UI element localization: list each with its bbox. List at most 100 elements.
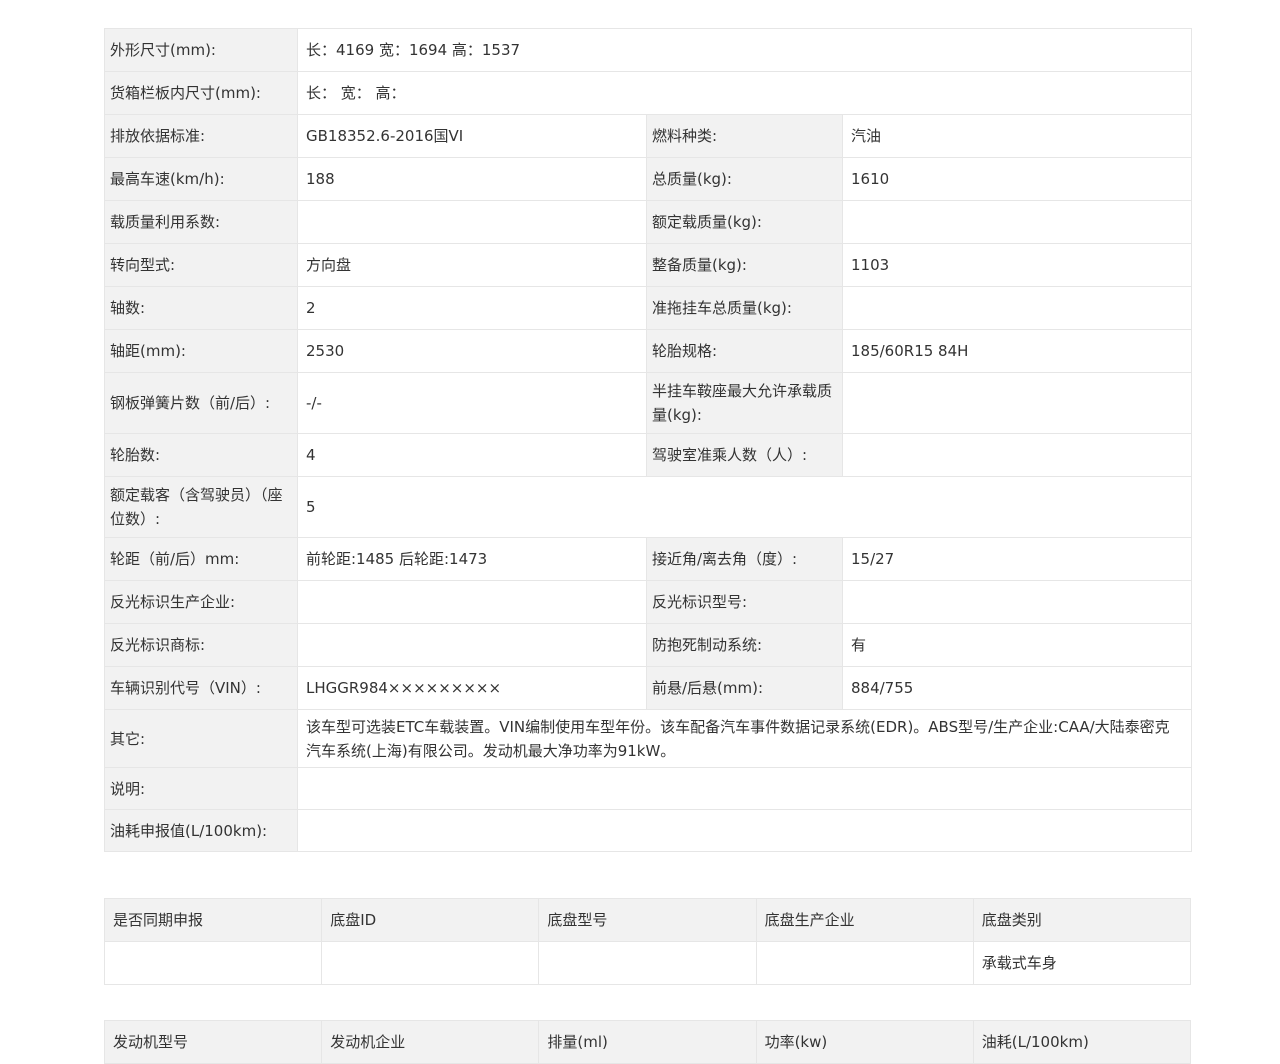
spec-row: 排放依据标准: GB18352.6-2016国VI 燃料种类: 汽油 (104, 114, 1193, 158)
spec-row: 反光标识商标: 防抱死制动系统: 有 (104, 623, 1193, 667)
dimensions-value: 长：4169 宽：1694 高：1537 (296, 28, 1193, 72)
engine-header-row: 发动机型号 发动机企业 排量(ml) 功率(kw) 油耗(L/100km) (103, 1020, 1192, 1064)
engine-header-cell: 功率(kw) (755, 1020, 974, 1064)
spec-label: 接近角/离去角（度）: (646, 537, 843, 581)
chassis-header-cell: 底盘类别 (972, 898, 1192, 942)
spec-label: 前悬/后悬(mm): (646, 666, 843, 710)
spec-row: 轴数: 2 准拖挂车总质量(kg): (104, 286, 1193, 330)
chassis-header-cell: 是否同期申报 (103, 898, 323, 942)
spec-value: 前轮距:1485 后轮距:1473 (297, 537, 647, 581)
chassis-header-cell: 底盘型号 (538, 898, 757, 942)
spec-value: 4 (297, 433, 647, 477)
chassis-data-row: 承载式车身 (103, 941, 1192, 985)
spec-value: 1103 (841, 243, 1193, 287)
spec-value (841, 433, 1193, 477)
spec-label: 燃料种类: (646, 114, 843, 158)
spec-value (841, 580, 1193, 624)
spec-row: 轮胎数: 4 驾驶室准乘人数（人）: (104, 433, 1193, 477)
spec-value: GB18352.6-2016国VI (297, 114, 647, 158)
spec-row: 轮距（前/后）mm: 前轮距:1485 后轮距:1473 接近角/离去角（度）: 15… (104, 537, 1193, 581)
spec-label: 轮胎规格: (646, 329, 843, 373)
spec-row: 钢板弹簧片数（前/后）: -/- 半挂车鞍座最大允许承载质量(kg): (104, 372, 1193, 434)
engine-table: 发动机型号 发动机企业 排量(ml) 功率(kw) 油耗(L/100km) (103, 1020, 1192, 1064)
spec-label: 钢板弹簧片数（前/后）: (104, 372, 298, 434)
spec-value: 汽油 (841, 114, 1193, 158)
spec-value: 有 (841, 623, 1193, 667)
spec-value (297, 580, 647, 624)
spec-value (297, 200, 647, 244)
seats-value: 5 (296, 476, 1193, 538)
spec-value: 188 (297, 157, 647, 201)
chassis-data-cell: 承载式车身 (972, 941, 1192, 985)
spec-label: 最高车速(km/h): (104, 157, 298, 201)
spec-value: 1610 (841, 157, 1193, 201)
chassis-data-cell (755, 941, 974, 985)
spec-value: 884/755 (841, 666, 1193, 710)
spec-value: 185/60R15 84H (841, 329, 1193, 373)
chassis-header-cell: 底盘生产企业 (755, 898, 974, 942)
spec-label: 轴距(mm): (104, 329, 298, 373)
engine-header-cell: 发动机型号 (103, 1020, 323, 1064)
chassis-data-cell (538, 941, 757, 985)
spec-value: 2 (297, 286, 647, 330)
spec-row-seats: 额定载客（含驾驶员）（座位数）: 5 (104, 476, 1193, 538)
spec-value (841, 372, 1193, 434)
spec-row-cargo-box: 货箱栏板内尺寸(mm): 长： 宽： 高： (104, 71, 1193, 115)
spec-label: 驾驶室准乘人数（人）: (646, 433, 843, 477)
spec-row: 轴距(mm): 2530 轮胎规格: 185/60R15 84H (104, 329, 1193, 373)
spec-label: 半挂车鞍座最大允许承载质量(kg): (646, 372, 843, 434)
spec-label: 轴数: (104, 286, 298, 330)
spec-row-dimensions: 外形尺寸(mm): 长：4169 宽：1694 高：1537 (104, 28, 1193, 72)
spec-label: 反光标识生产企业: (104, 580, 298, 624)
engine-header-cell: 油耗(L/100km) (972, 1020, 1192, 1064)
chassis-header-cell: 底盘ID (321, 898, 540, 942)
spec-label: 额定载质量(kg): (646, 200, 843, 244)
spec-row: 转向型式: 方向盘 整备质量(kg): 1103 (104, 243, 1193, 287)
spec-value: LHGGR984××××××××× (297, 666, 647, 710)
spec-value: -/- (297, 372, 647, 434)
chassis-data-cell (103, 941, 323, 985)
dimensions-label: 外形尺寸(mm): (104, 28, 298, 72)
spec-row: 反光标识生产企业: 反光标识型号: (104, 580, 1193, 624)
cargo-box-value: 长： 宽： 高： (296, 71, 1193, 115)
seats-label: 额定载客（含驾驶员）（座位数）: (104, 476, 298, 538)
spec-value (297, 623, 647, 667)
spec-label: 反光标识商标: (104, 623, 298, 667)
spec-label: 准拖挂车总质量(kg): (646, 286, 843, 330)
spec-label: 反光标识型号: (646, 580, 843, 624)
cargo-box-label: 货箱栏板内尺寸(mm): (104, 71, 298, 115)
fuel-value (296, 809, 1193, 852)
spec-label: 防抱死制动系统: (646, 623, 843, 667)
spec-label: 整备质量(kg): (646, 243, 843, 287)
spec-row: 载质量利用系数: 额定载质量(kg): (104, 200, 1193, 244)
vehicle-spec-page: 外形尺寸(mm): 长：4169 宽：1694 高：1537 货箱栏板内尺寸(m… (0, 0, 1280, 1064)
engine-header-cell: 发动机企业 (321, 1020, 540, 1064)
spec-label: 排放依据标准: (104, 114, 298, 158)
chassis-data-cell (321, 941, 540, 985)
spec-value (841, 200, 1193, 244)
fuel-label: 油耗申报值(L/100km): (104, 809, 298, 852)
spec-label: 车辆识别代号（VIN）: (104, 666, 298, 710)
engine-header-cell: 排量(ml) (538, 1020, 757, 1064)
spec-value: 2530 (297, 329, 647, 373)
spec-label: 载质量利用系数: (104, 200, 298, 244)
spec-row: 车辆识别代号（VIN）: LHGGR984××××××××× 前悬/后悬(mm): 8… (104, 666, 1193, 710)
spec-row-other: 其它: 该车型可选装ETC车载装置。VIN编制使用车型年份。该车配备汽车事件数据记… (104, 709, 1193, 768)
spec-value (841, 286, 1193, 330)
chassis-header-row: 是否同期申报 底盘ID 底盘型号 底盘生产企业 底盘类别 (103, 898, 1192, 942)
spec-label: 轮胎数: (104, 433, 298, 477)
note-value (296, 767, 1193, 810)
spec-row: 最高车速(km/h): 188 总质量(kg): 1610 (104, 157, 1193, 201)
other-label: 其它: (104, 709, 298, 768)
vehicle-spec-table: 外形尺寸(mm): 长：4169 宽：1694 高：1537 货箱栏板内尺寸(m… (104, 28, 1193, 852)
spec-row-fuel: 油耗申报值(L/100km): (104, 809, 1193, 852)
chassis-table: 是否同期申报 底盘ID 底盘型号 底盘生产企业 底盘类别 承载式车身 (103, 898, 1192, 985)
spec-label: 总质量(kg): (646, 157, 843, 201)
note-label: 说明: (104, 767, 298, 810)
spec-label: 轮距（前/后）mm: (104, 537, 298, 581)
spec-table-body: 外形尺寸(mm): 长：4169 宽：1694 高：1537 货箱栏板内尺寸(m… (104, 28, 1193, 852)
spec-value: 15/27 (841, 537, 1193, 581)
spec-row-note: 说明: (104, 767, 1193, 810)
other-value: 该车型可选装ETC车载装置。VIN编制使用车型年份。该车配备汽车事件数据记录系统… (296, 709, 1193, 768)
spec-label: 转向型式: (104, 243, 298, 287)
